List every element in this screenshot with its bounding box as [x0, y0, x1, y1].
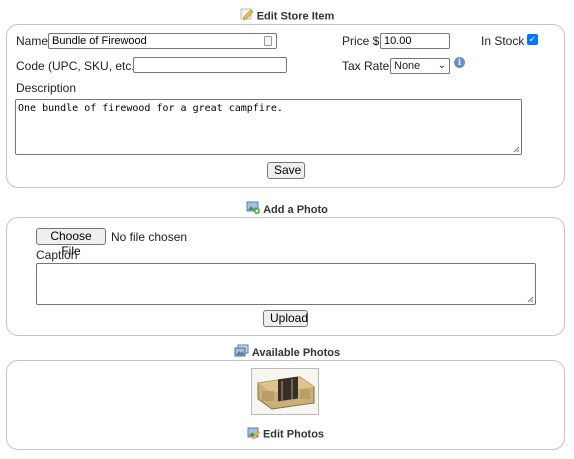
section-title: Edit Store Item: [256, 10, 335, 23]
in-stock-label: In Stock: [481, 34, 525, 48]
code-label: Code (UPC, SKU, etc.): [16, 59, 139, 73]
description-value: One bundle of firewood for a great campf…: [18, 103, 283, 114]
resize-grip-icon[interactable]: [527, 296, 534, 303]
price-value: 10.00: [384, 35, 412, 47]
caption-label: Caption: [36, 248, 78, 262]
caption-textarea[interactable]: [36, 263, 536, 305]
description-textarea[interactable]: One bundle of firewood for a great campf…: [15, 99, 522, 155]
name-label: Name: [16, 34, 49, 48]
file-status: No file chosen: [111, 230, 188, 244]
available-photos-panel: Edit Photos: [6, 360, 565, 450]
name-input[interactable]: Bundle of Firewood: [48, 33, 277, 49]
price-input[interactable]: 10.00: [380, 33, 450, 49]
add-photo-panel: Choose File No file chosen Caption Uploa…: [6, 217, 565, 336]
tax-rate-value: None: [394, 60, 421, 72]
edit-photos-icon: [247, 427, 260, 442]
price-label: Price $: [342, 34, 380, 48]
section-title: Available Photos: [251, 347, 341, 359]
tax-rate-select[interactable]: None ⌄: [390, 58, 450, 74]
edit-photos-link[interactable]: Edit Photos: [7, 427, 564, 442]
edit-item-panel: Name Bundle of Firewood Price $ 10.00 In…: [6, 24, 565, 188]
upload-button[interactable]: Upload: [263, 310, 308, 327]
description-label: Description: [16, 81, 77, 95]
in-stock-checkbox[interactable]: ✓: [527, 34, 538, 45]
chevron-down-icon: ⌄: [437, 60, 446, 71]
edit-photos-label: Edit Photos: [262, 428, 325, 441]
choose-file-button[interactable]: Choose File: [36, 228, 106, 258]
save-button[interactable]: Save: [267, 162, 305, 179]
tax-rate-label: Tax Rate: [342, 59, 390, 73]
firewood-photo-thumbnail[interactable]: [251, 368, 319, 415]
code-input[interactable]: [133, 57, 287, 73]
autofill-icon: [264, 36, 272, 46]
section-title: Add a Photo: [263, 204, 328, 216]
name-value: Bundle of Firewood: [52, 35, 147, 47]
resize-grip-icon[interactable]: [513, 146, 520, 153]
info-icon[interactable]: i: [454, 57, 465, 68]
